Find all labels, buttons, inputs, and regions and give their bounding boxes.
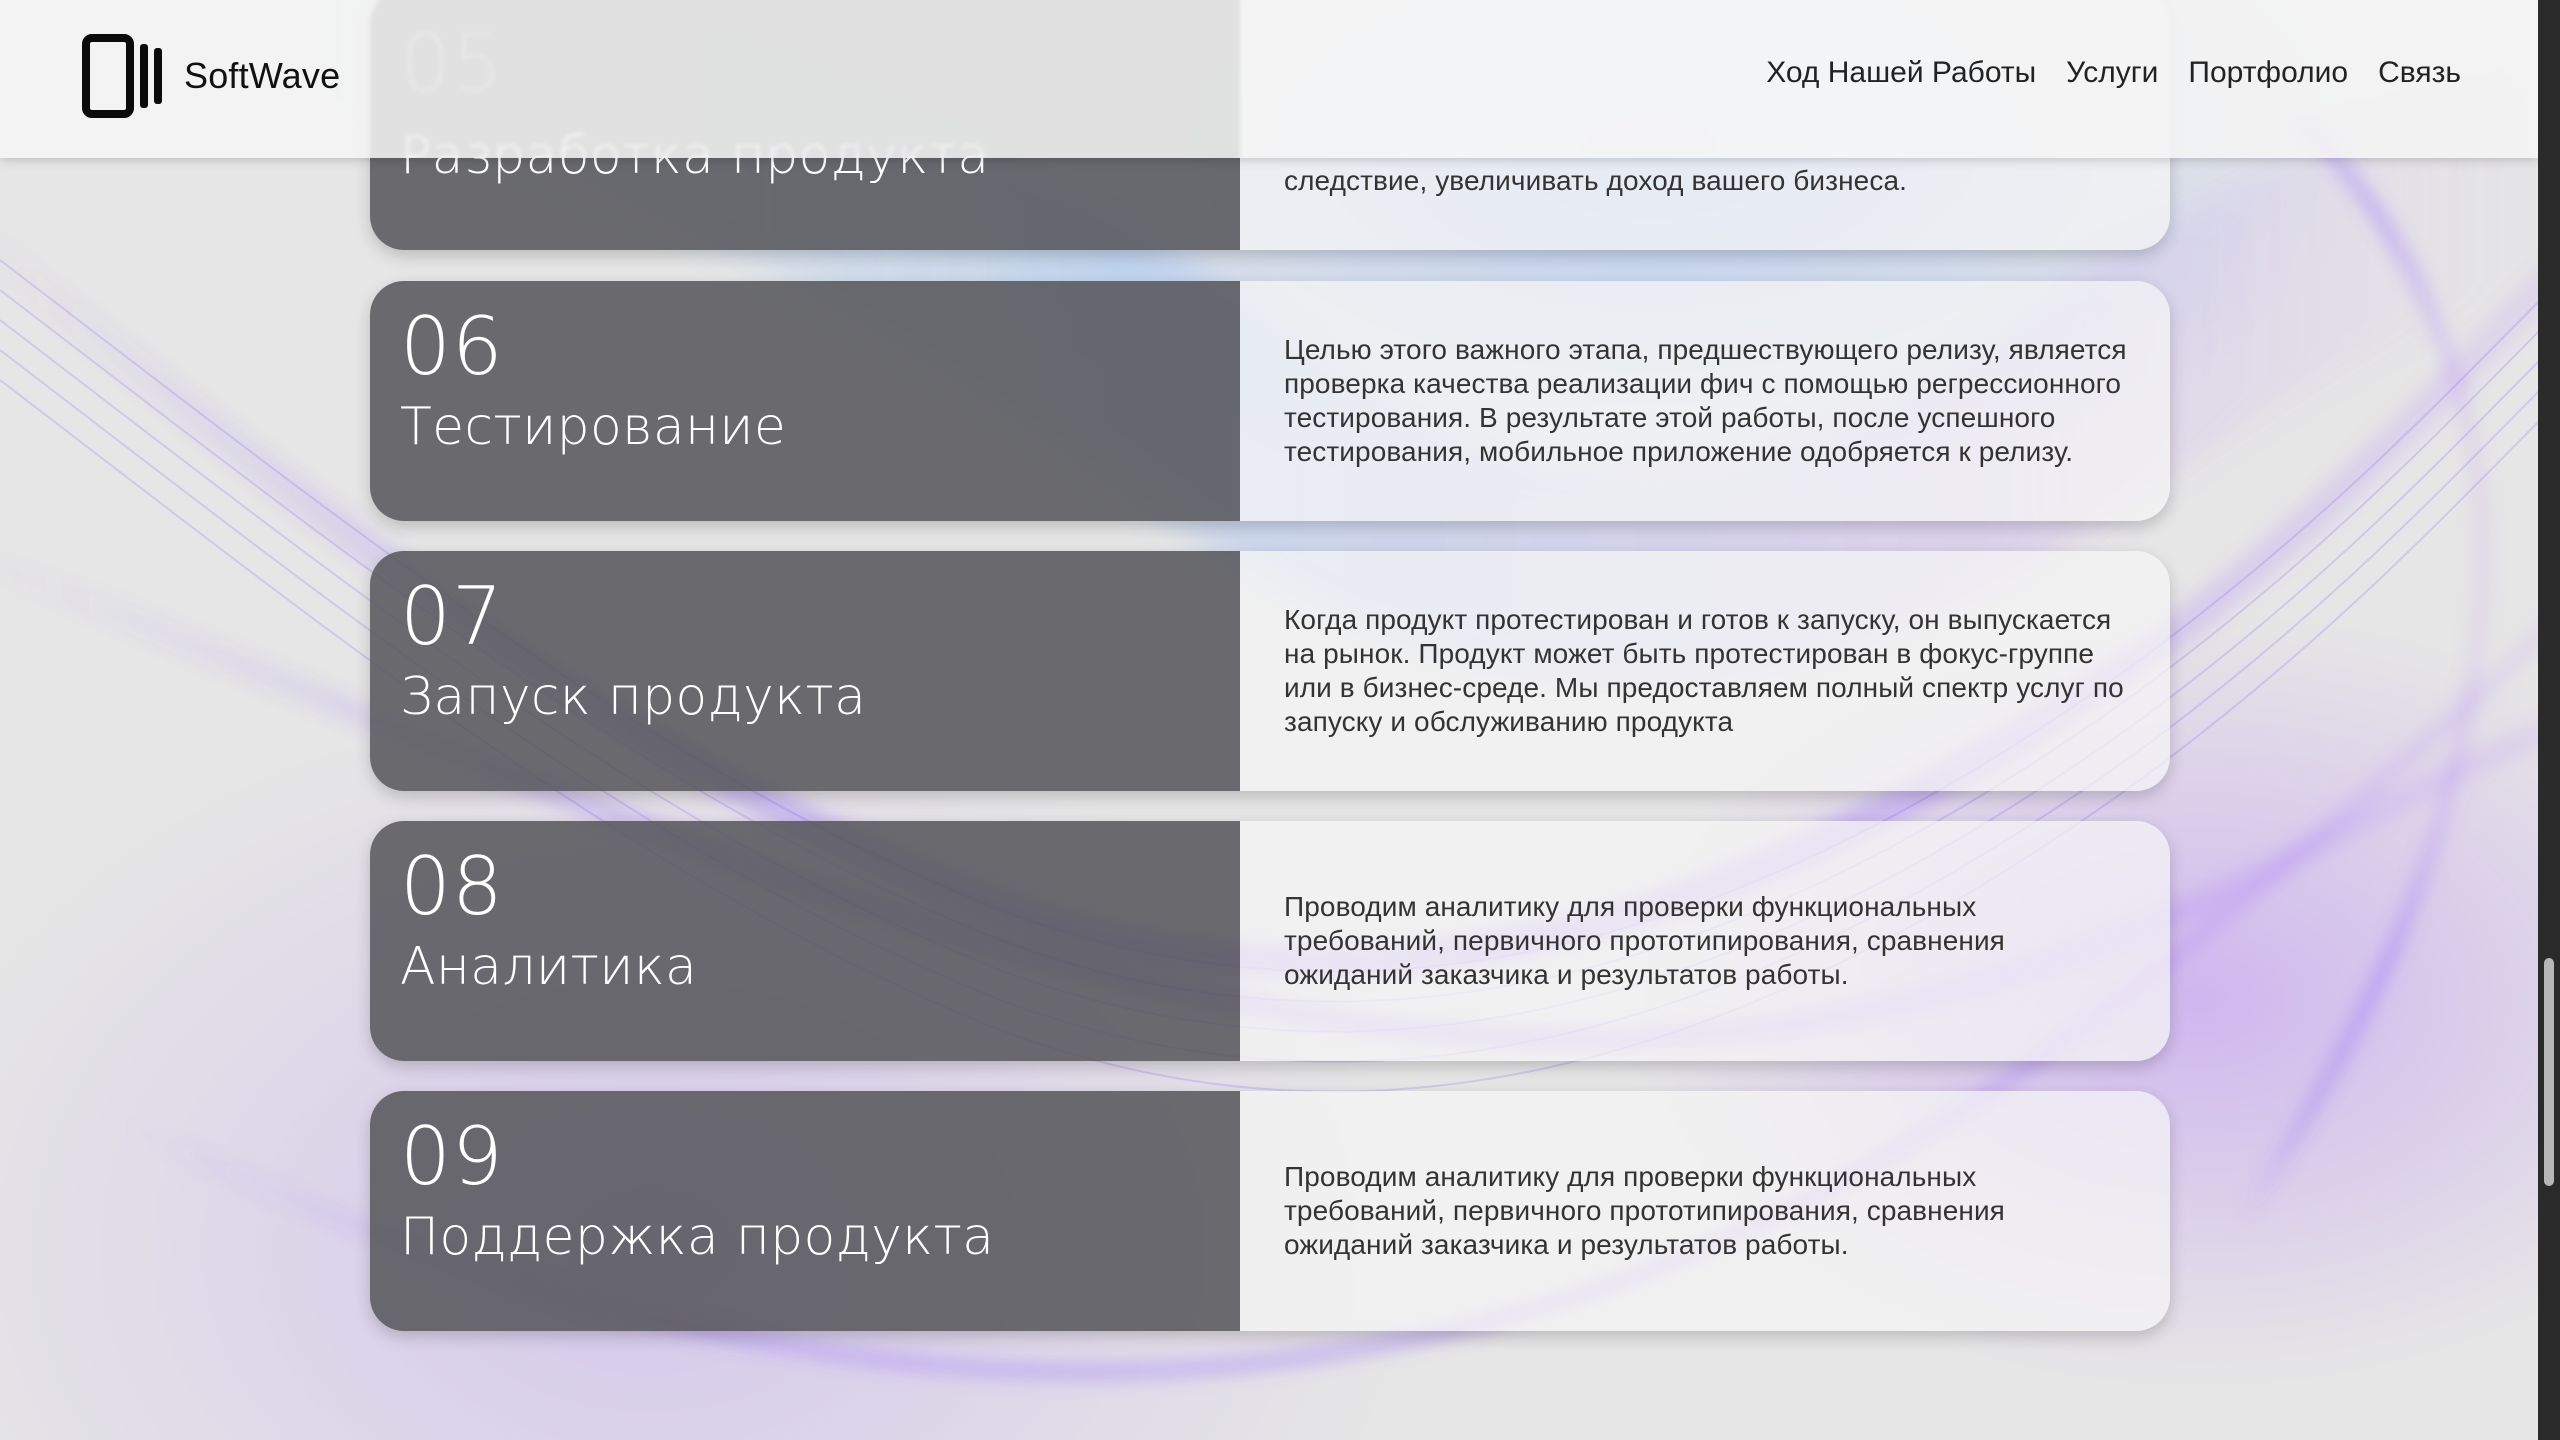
step-description: следствие, увеличивать доход вашего бизн…: [1284, 165, 1907, 196]
step-right-panel: Целью этого важного этапа, предшествующе…: [1240, 281, 2170, 521]
step-card: 09 Поддержка продукта Проводим аналитику…: [370, 1091, 2170, 1331]
step-number: 06: [400, 300, 504, 393]
step-left-panel: 07 Запуск продукта: [370, 551, 1240, 791]
step-number: 08: [400, 840, 504, 933]
step-right-panel: Проводим аналитику для проверки функцион…: [1240, 1091, 2170, 1331]
top-nav: Ход Нашей Работы Услуги Портфолио Связь: [1766, 56, 2461, 90]
step-description: Когда продукт протестирован и готов к за…: [1284, 604, 2124, 737]
step-description: Целью этого важного этапа, предшествующе…: [1284, 334, 2127, 467]
step-card: 08 Аналитика Проводим аналитику для пров…: [370, 821, 2170, 1061]
step-title: Поддержка продукта: [400, 1207, 995, 1267]
step-right-panel: Когда продукт протестирован и готов к за…: [1240, 551, 2170, 791]
site-header: SoftWave Ход Нашей Работы Услуги Портфол…: [0, 0, 2538, 158]
scrollbar-thumb[interactable]: [2544, 958, 2554, 1186]
step-description: Проводим аналитику для проверки функцион…: [1284, 891, 2005, 990]
step-description: Проводим аналитику для проверки функцион…: [1284, 1161, 2005, 1260]
device-stack-icon: [82, 34, 168, 118]
step-right-panel: Проводим аналитику для проверки функцион…: [1240, 821, 2170, 1061]
page: SoftWave Ход Нашей Работы Услуги Портфол…: [0, 0, 2560, 1440]
step-card: 07 Запуск продукта Когда продукт протест…: [370, 551, 2170, 791]
step-title: Запуск продукта: [400, 667, 867, 727]
brand[interactable]: SoftWave: [82, 34, 340, 118]
nav-item-services[interactable]: Услуги: [2066, 56, 2158, 90]
nav-item-portfolio[interactable]: Портфолио: [2188, 56, 2348, 90]
step-title: Аналитика: [400, 937, 698, 997]
nav-item-contact[interactable]: Связь: [2378, 56, 2461, 90]
step-left-panel: 08 Аналитика: [370, 821, 1240, 1061]
brand-title: SoftWave: [184, 55, 341, 96]
vertical-scrollbar[interactable]: [2538, 0, 2560, 1440]
step-number: 09: [400, 1110, 504, 1203]
step-left-panel: 09 Поддержка продукта: [370, 1091, 1240, 1331]
process-steps: 05 Разработка продукта следствие, увелич…: [370, 0, 2170, 1440]
step-left-panel: 06 Тестирование: [370, 281, 1240, 521]
nav-item-process[interactable]: Ход Нашей Работы: [1766, 56, 2036, 90]
step-card: 06 Тестирование Целью этого важного этап…: [370, 281, 2170, 521]
step-number: 07: [400, 570, 504, 663]
step-title: Тестирование: [400, 397, 787, 457]
